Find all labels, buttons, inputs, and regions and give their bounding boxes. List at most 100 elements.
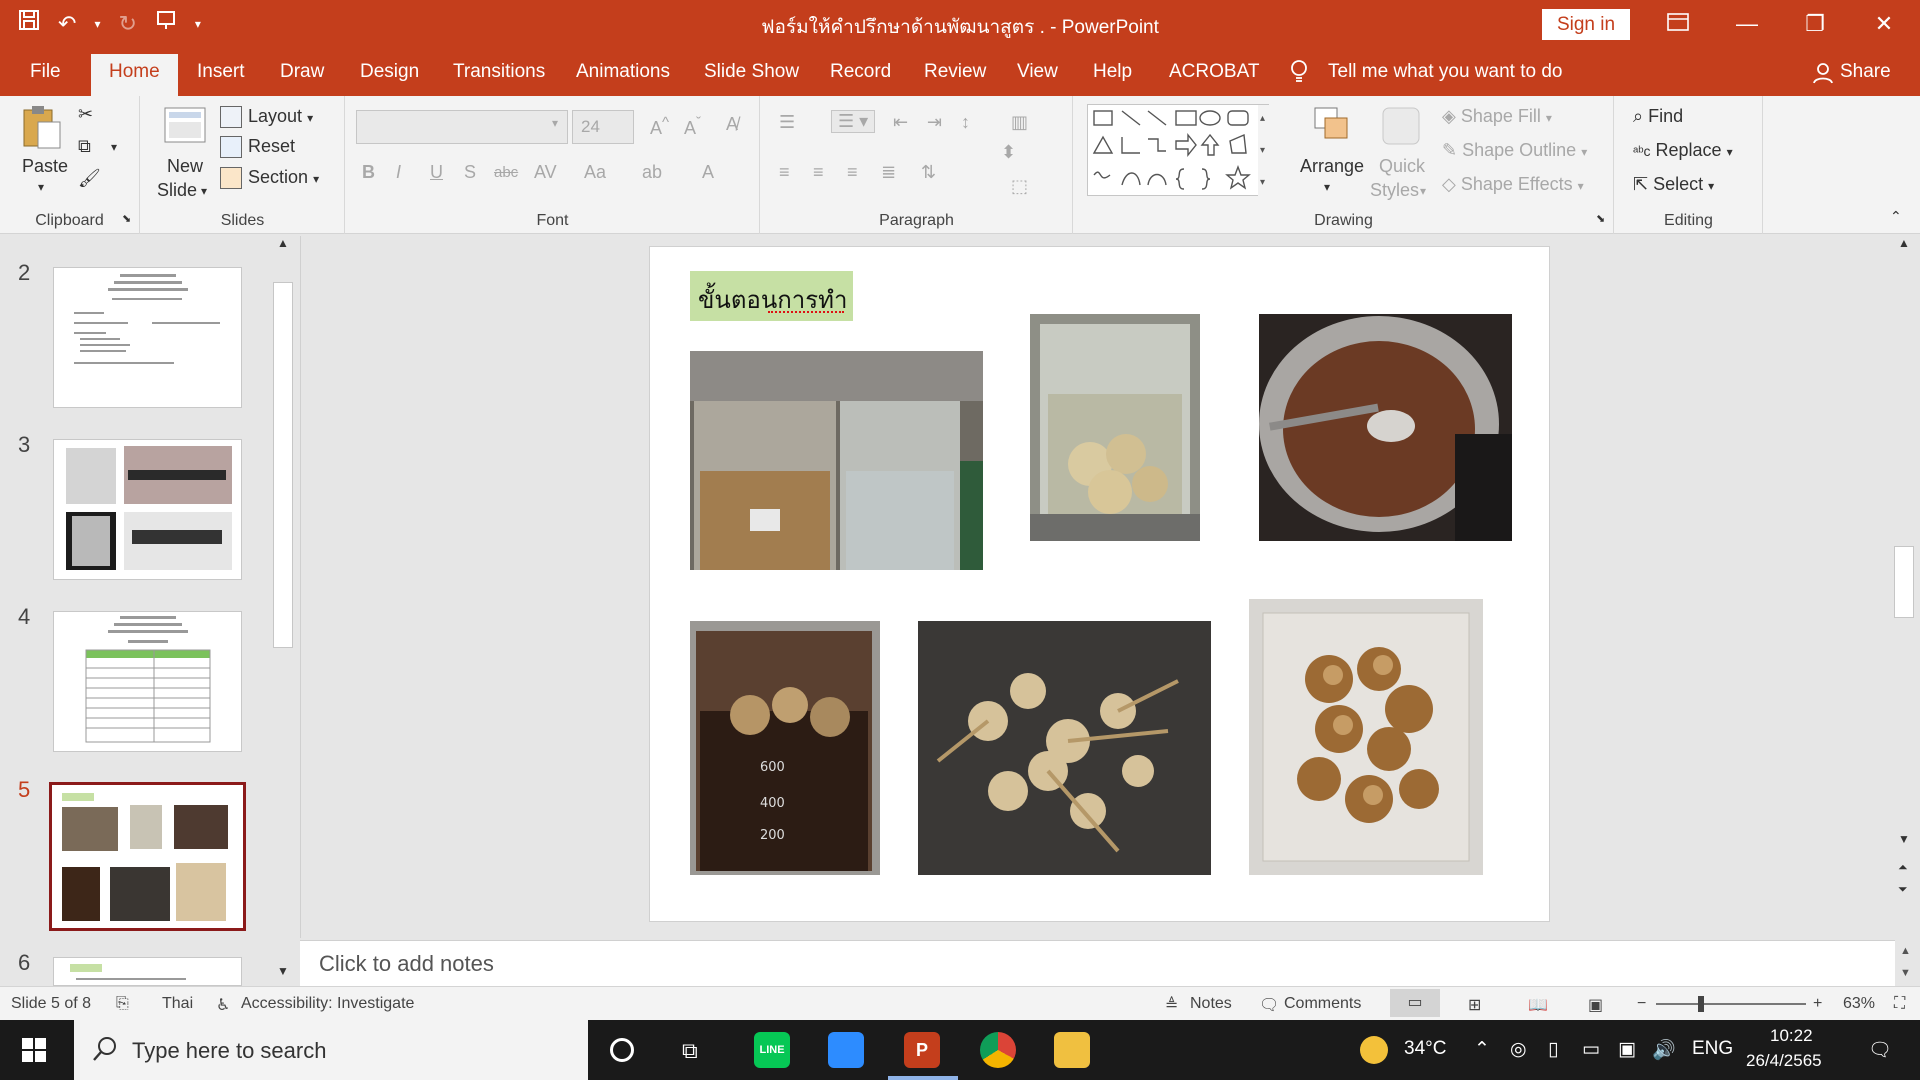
tab-acrobat[interactable]: ACROBAT	[1169, 61, 1259, 83]
scroll-down-icon[interactable]: ▼	[277, 964, 289, 978]
zoom-slider[interactable]	[1656, 996, 1806, 1012]
slide-canvas[interactable]: ขั้นตอนการทำ 600 400 200	[649, 246, 1550, 922]
cut-icon[interactable]: ✂	[78, 104, 93, 125]
align-center-icon[interactable]: ≡	[813, 162, 824, 183]
align-text-icon[interactable]: ⬍	[1001, 142, 1016, 163]
paste-dropdown-icon[interactable]: ▾	[38, 180, 44, 194]
usb-icon[interactable]: ▯	[1548, 1038, 1558, 1061]
slide-thumbnail-6[interactable]	[53, 957, 242, 986]
arrange-button[interactable]: Arrange	[1300, 156, 1364, 177]
restore-icon[interactable]: ❐	[1795, 6, 1835, 42]
align-right-icon[interactable]: ≡	[847, 162, 858, 183]
strikethrough-icon[interactable]: abc	[494, 164, 518, 181]
fit-slide-icon[interactable]: ⛶	[1894, 995, 1905, 1013]
next-slide-icon[interactable]: ⏷	[1898, 882, 1908, 897]
copy-icon[interactable]: ⧉	[78, 136, 91, 157]
shape-effects-button[interactable]: ◇ Shape Effects ▾	[1442, 174, 1584, 195]
text-direction-icon[interactable]: ⇅	[921, 162, 936, 183]
shapes-gallery[interactable]: ▴ ▾ ▾	[1087, 104, 1270, 197]
chrome-app-icon[interactable]	[980, 1032, 1016, 1068]
slide-thumbnail-3[interactable]	[53, 439, 242, 580]
accessibility-icon[interactable]: ♿	[216, 995, 230, 1015]
slide-scroll-thumb[interactable]	[1894, 546, 1914, 618]
align-left-icon[interactable]: ≡	[779, 162, 790, 183]
notes-placeholder[interactable]: Click to add notes	[319, 951, 494, 977]
language-indicator[interactable]: Thai	[162, 995, 193, 1013]
numbering-icon[interactable]: ☰ ▾	[831, 110, 876, 133]
tab-home[interactable]: Home	[91, 54, 178, 96]
slide-scrollbar[interactable]: ▲ ▼ ⏶ ⏷	[1891, 236, 1917, 938]
comments-button[interactable]: Comments	[1284, 995, 1361, 1013]
notes-scroll-down-icon[interactable]: ▼	[1900, 967, 1911, 979]
quick-styles-icon[interactable]	[1379, 104, 1423, 150]
file-explorer-icon[interactable]	[1054, 1032, 1090, 1068]
format-painter-icon[interactable]: 🖌	[78, 168, 101, 189]
shrink-font-icon[interactable]: Aˇ	[684, 114, 701, 139]
minimize-icon[interactable]: —	[1727, 6, 1767, 42]
slide-sorter-view-icon[interactable]: ⊞	[1468, 995, 1481, 1015]
new-slide-label-2[interactable]: Slide	[157, 180, 197, 201]
tab-help[interactable]: Help	[1093, 61, 1132, 83]
zoom-slider-thumb[interactable]	[1698, 996, 1704, 1012]
new-slide-label-1[interactable]: New	[167, 156, 203, 177]
tab-view[interactable]: View	[1017, 61, 1058, 83]
share-button[interactable]: Share	[1840, 61, 1891, 83]
bold-icon[interactable]: B	[362, 162, 375, 183]
underline-icon[interactable]: U	[430, 162, 443, 183]
photo-vacuum-packed-garlic[interactable]	[1249, 599, 1483, 875]
zoom-out-icon[interactable]: −	[1637, 995, 1646, 1013]
slide-heading[interactable]: ขั้นตอนการทำ	[690, 271, 853, 321]
cortana-icon[interactable]	[610, 1038, 634, 1062]
network-icon[interactable]: ▣	[1618, 1038, 1636, 1061]
quick-styles-label-2[interactable]: Styles	[1370, 180, 1419, 201]
show-hidden-icons[interactable]: ⌃	[1474, 1038, 1490, 1061]
paste-icon[interactable]	[20, 104, 64, 150]
copy-dropdown-icon[interactable]: ▾	[111, 140, 117, 154]
paste-button[interactable]: Paste	[22, 156, 68, 177]
decrease-indent-icon[interactable]: ⇤	[893, 112, 908, 133]
slide-scroll-down-icon[interactable]: ▼	[1898, 832, 1910, 846]
thumbnails-scroll-thumb[interactable]	[273, 282, 293, 648]
quick-styles-dropdown-icon[interactable]: ▾	[1420, 184, 1426, 198]
slide-thumbnail-5[interactable]	[49, 782, 246, 931]
tab-slide-show[interactable]: Slide Show	[704, 61, 799, 83]
drawing-launcher-icon[interactable]: ⬊	[1596, 212, 1605, 225]
spelling-check-icon[interactable]: ⎘	[116, 995, 129, 1013]
tab-draw[interactable]: Draw	[280, 61, 324, 83]
slide-show-view-icon[interactable]: ▣	[1588, 995, 1603, 1015]
ribbon-display-options-icon[interactable]	[1658, 6, 1698, 42]
font-name-dropdown-icon[interactable]: ▾	[552, 116, 558, 130]
sign-in-button[interactable]: Sign in	[1542, 9, 1630, 40]
increase-indent-icon[interactable]: ⇥	[927, 112, 942, 133]
font-color-icon[interactable]: A	[702, 162, 714, 183]
tab-design[interactable]: Design	[360, 61, 419, 83]
clock-date[interactable]: 26/4/2565	[1746, 1051, 1822, 1071]
slide-thumbnail-2[interactable]	[53, 267, 242, 408]
accessibility-status[interactable]: Accessibility: Investigate	[241, 995, 414, 1013]
input-language[interactable]: ENG	[1692, 1038, 1733, 1060]
zoom-level[interactable]: 63%	[1843, 995, 1875, 1013]
comments-icon[interactable]: 🗨	[1259, 995, 1279, 1015]
battery-icon[interactable]: ▭	[1582, 1038, 1600, 1061]
select-button[interactable]: ⇱ Select ▾	[1633, 174, 1714, 195]
slide-scroll-up-icon[interactable]: ▲	[1898, 236, 1910, 250]
arrange-dropdown-icon[interactable]: ▾	[1324, 180, 1330, 194]
photo-garlic-in-dark-syrup[interactable]: 600 400 200	[690, 621, 880, 875]
close-icon[interactable]: ✕	[1864, 6, 1904, 42]
arrange-icon[interactable]	[1311, 104, 1355, 150]
section-button[interactable]: Section ▾	[220, 167, 319, 190]
notes-pane[interactable]: Click to add notes ▲ ▼	[300, 940, 1911, 986]
photo-pot-with-syrup[interactable]	[1259, 314, 1512, 541]
replace-button[interactable]: ᵃᵇc Replace ▾	[1633, 140, 1733, 161]
character-spacing-icon[interactable]: AV	[534, 162, 557, 183]
text-columns-icon[interactable]: ▥	[1011, 112, 1028, 133]
weather-temp[interactable]: 34°C	[1404, 1038, 1446, 1060]
highlight-icon[interactable]: ab	[642, 162, 662, 183]
tab-record[interactable]: Record	[830, 61, 891, 83]
tell-me-search[interactable]: Tell me what you want to do	[1328, 61, 1562, 83]
bullets-icon[interactable]: ☰	[779, 112, 795, 133]
reading-view-icon[interactable]: 📖	[1528, 995, 1548, 1015]
notes-scroll-up-icon[interactable]: ▲	[1900, 945, 1911, 957]
photo-garlic-on-drying-rack[interactable]	[918, 621, 1211, 875]
find-button[interactable]: ⌕ Find	[1633, 106, 1683, 127]
